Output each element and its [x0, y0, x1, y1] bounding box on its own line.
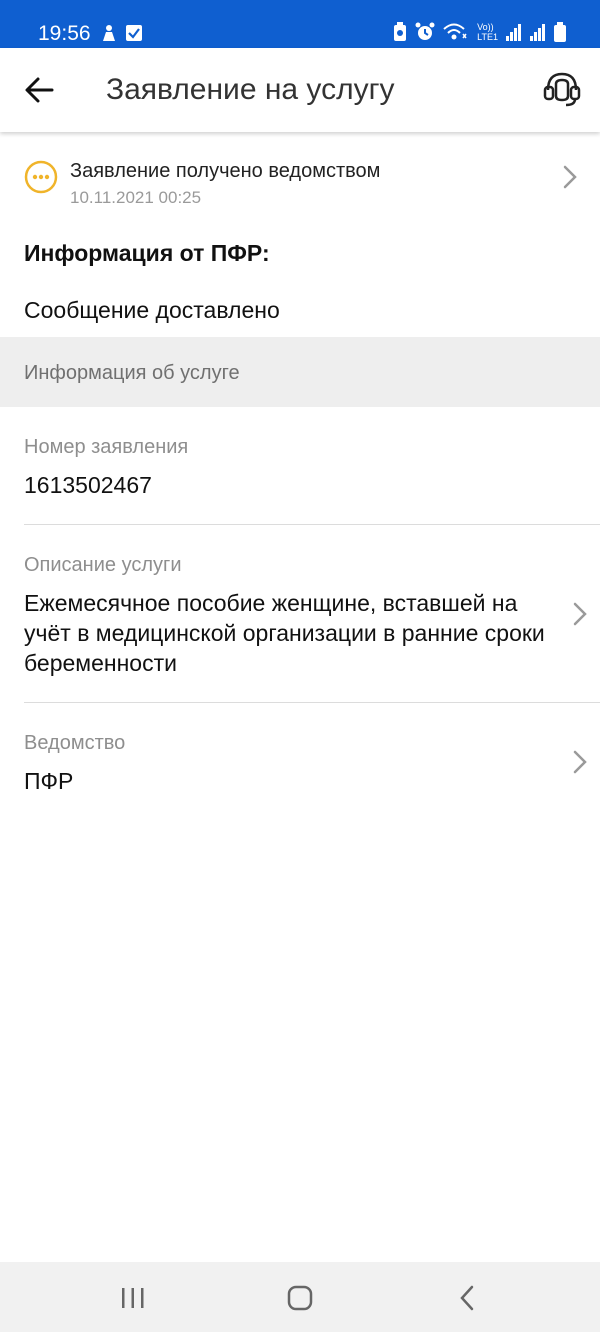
chevron-right-icon [573, 602, 587, 626]
status-bar: 19:56 Vo)) LTE1 [0, 0, 600, 48]
signal-icon [530, 23, 546, 41]
volte-icon: Vo)) LTE1 [477, 22, 498, 42]
recent-apps-button[interactable] [118, 1284, 148, 1312]
headset-icon [543, 72, 581, 107]
field-label: Номер заявления [24, 436, 189, 458]
field-label: Ведомство [24, 732, 126, 754]
arrow-left-icon [25, 77, 54, 103]
signal-icon [506, 23, 522, 41]
info-message: Сообщение доставлено [24, 297, 280, 323]
service-info-section-header: Информация об услуге [0, 337, 600, 407]
chevron-right-icon [563, 165, 577, 189]
recent-apps-icon [122, 1288, 144, 1308]
system-back-button[interactable] [452, 1284, 482, 1312]
notification-person-icon [100, 24, 118, 42]
chevron-right-icon [573, 750, 587, 774]
field-value: Ежемесячное пособие женщине, вставшей на… [24, 590, 545, 676]
section-title: Информация об услуге [24, 362, 240, 384]
status-pending-icon [24, 160, 58, 194]
page-title: Заявление на услугу [106, 73, 395, 106]
home-button[interactable] [285, 1284, 315, 1312]
service-description-field[interactable]: Описание услуги Ежемесячное пособие женщ… [0, 525, 600, 703]
system-nav-bar [0, 1262, 600, 1332]
field-label: Описание услуги [24, 554, 182, 576]
application-status-row[interactable]: Заявление получено ведомством 10.11.2021… [0, 150, 600, 216]
chevron-left-icon [460, 1285, 474, 1311]
field-value: ПФР [24, 768, 74, 794]
department-field[interactable]: Ведомство ПФР [0, 703, 600, 813]
battery-saver-icon [393, 22, 407, 42]
alarm-icon [415, 22, 435, 42]
home-icon [287, 1285, 313, 1311]
back-button[interactable] [20, 70, 60, 110]
status-date: 10.11.2021 00:25 [70, 188, 202, 207]
info-heading: Информация от ПФР: [24, 240, 270, 266]
status-title: Заявление получено ведомством [70, 160, 381, 182]
field-value: 1613502467 [24, 472, 152, 498]
application-number-field: Номер заявления 1613502467 [0, 407, 600, 525]
status-time: 19:56 [38, 22, 91, 45]
battery-icon [554, 22, 566, 42]
checkbox-icon [126, 25, 142, 41]
support-button[interactable] [542, 68, 582, 108]
app-bar: Заявление на услугу [0, 48, 600, 132]
wifi-icon [443, 22, 469, 42]
